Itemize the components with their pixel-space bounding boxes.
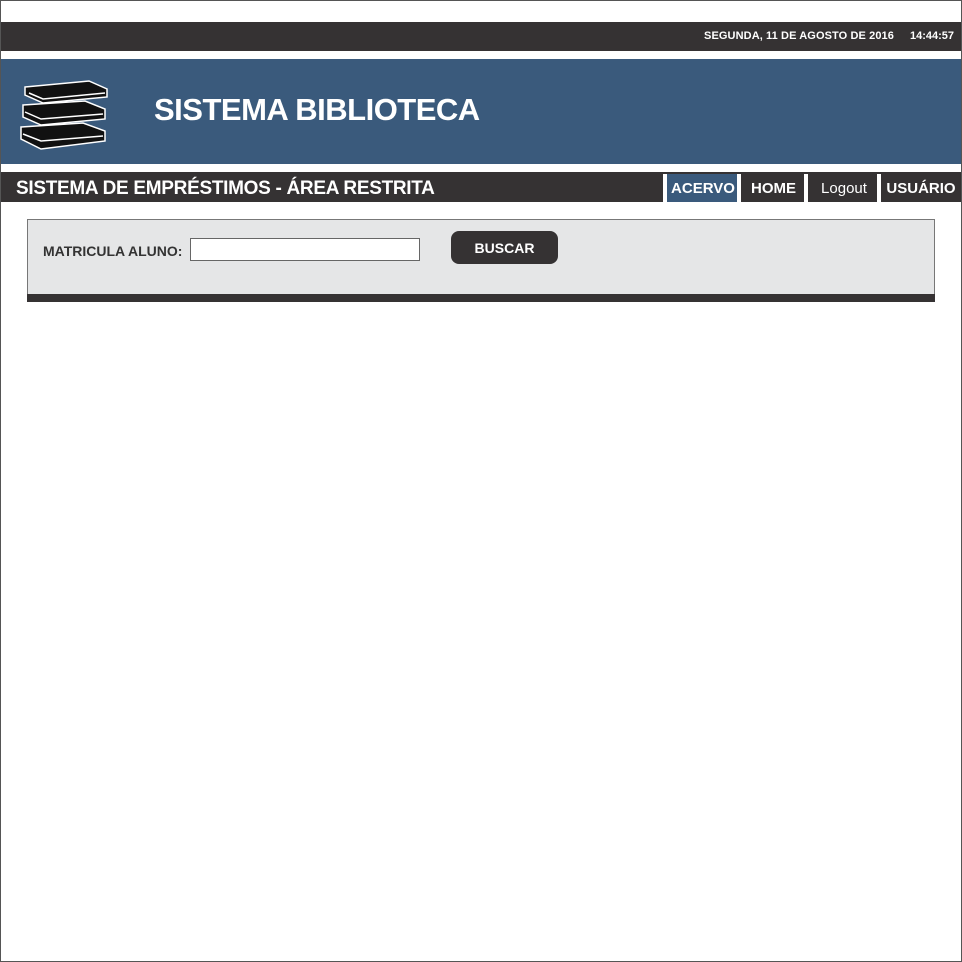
nav-home[interactable]: HOME bbox=[737, 174, 806, 202]
section-title: SISTEMA DE EMPRÉSTIMOS - ÁREA RESTRITA bbox=[16, 178, 435, 199]
matricula-label: MATRICULA ALUNO: bbox=[43, 243, 183, 259]
header-banner: SISTEMA BIBLIOTECA bbox=[1, 59, 961, 164]
search-panel: MATRICULA ALUNO: BUSCAR bbox=[27, 219, 935, 295]
current-time: 14:44:57 bbox=[909, 30, 954, 42]
matricula-input[interactable] bbox=[190, 238, 420, 261]
current-date: SEGUNDA, 11 DE AGOSTO DE 2016 bbox=[704, 30, 894, 42]
sub-header-bar: SISTEMA DE EMPRÉSTIMOS - ÁREA RESTRITA A… bbox=[1, 172, 961, 202]
nav-usuario[interactable]: USUÁRIO bbox=[877, 174, 961, 202]
app-title: SISTEMA BIBLIOTECA bbox=[154, 92, 480, 127]
panel-footer-bar bbox=[27, 294, 935, 302]
search-button[interactable]: BUSCAR bbox=[451, 231, 558, 264]
books-stack-icon bbox=[20, 80, 108, 150]
nav-logout[interactable]: Logout bbox=[804, 174, 880, 202]
top-status-bar: SEGUNDA, 11 DE AGOSTO DE 2016 14:44:57 bbox=[1, 22, 961, 51]
nav-acervo[interactable]: ACERVO bbox=[663, 174, 739, 202]
